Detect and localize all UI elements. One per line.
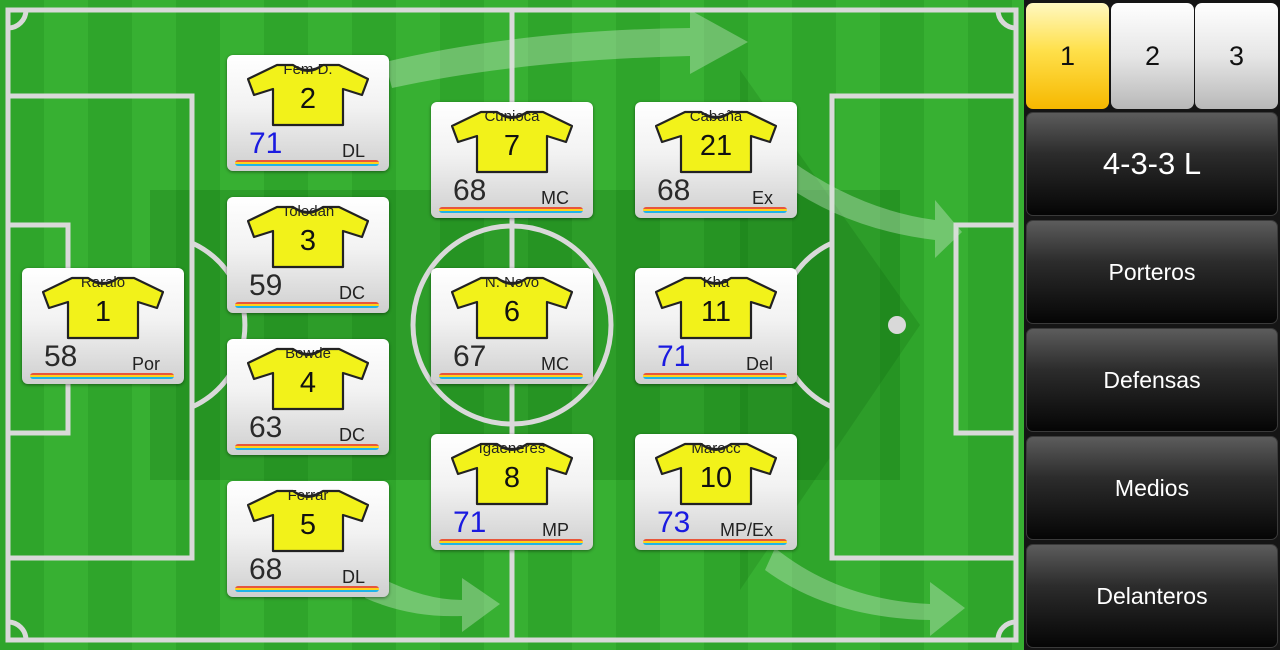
shirt-number: 10 xyxy=(699,462,733,494)
shirt-number: 2 xyxy=(299,83,317,115)
player-stat-bar xyxy=(235,302,379,308)
player-position: Por xyxy=(131,354,160,374)
player-card[interactable]: Ferrar 5 68 DL xyxy=(227,481,389,597)
player-card[interactable]: Igaeneres 8 71 MP xyxy=(431,434,593,550)
player-rating: 71 xyxy=(453,506,487,539)
tab-3[interactable]: 3 xyxy=(1195,3,1278,109)
player-card[interactable]: Marocc 10 73 MP/Ex xyxy=(635,434,797,550)
player-name: Cabaña xyxy=(689,108,743,125)
player-name: N. Novo xyxy=(484,274,540,291)
player-stat-bar xyxy=(439,373,583,379)
player-name: Igaeneres xyxy=(478,440,546,457)
player-stat-bar xyxy=(643,373,787,379)
player-position: MP/Ex xyxy=(719,520,773,540)
player-rating: 58 xyxy=(44,340,78,373)
player-rating: 68 xyxy=(657,174,691,207)
player-stat-bar xyxy=(643,539,787,545)
shirt-number: 11 xyxy=(700,296,732,328)
side-panel: 1 2 3 4-3-3 L Porteros Defensas Medios D… xyxy=(1024,0,1280,650)
midfielders-button[interactable]: Medios xyxy=(1026,436,1278,540)
player-stat-bar xyxy=(439,539,583,545)
goalkeepers-button[interactable]: Porteros xyxy=(1026,220,1278,324)
player-rating: 67 xyxy=(453,340,487,373)
shirt-number: 4 xyxy=(299,367,317,399)
player-card[interactable]: Raralo 1 58 Por xyxy=(22,268,184,384)
player-stat-bar xyxy=(30,373,174,379)
player-card[interactable]: Cunioca 7 68 MC xyxy=(431,102,593,218)
player-card[interactable]: N. Novo 6 67 MC xyxy=(431,268,593,384)
shirt-number: 1 xyxy=(94,296,112,328)
player-card[interactable]: Bowde 4 63 DC xyxy=(227,339,389,455)
shirt-number: 8 xyxy=(503,462,521,494)
player-rating: 71 xyxy=(657,340,691,373)
player-position: Del xyxy=(745,354,773,374)
player-rating: 73 xyxy=(657,506,691,539)
player-stat-bar xyxy=(235,444,379,450)
player-position: DL xyxy=(341,141,365,161)
player-name: Kha xyxy=(702,274,730,291)
shirt-number: 6 xyxy=(503,296,521,328)
player-position: Ex xyxy=(751,188,773,208)
shirt-number: 21 xyxy=(699,130,733,162)
player-name: Raralo xyxy=(80,274,126,291)
player-rating: 59 xyxy=(249,269,283,302)
formation-button[interactable]: 4-3-3 L xyxy=(1026,112,1278,216)
player-stat-bar xyxy=(439,207,583,213)
shirt-number: 7 xyxy=(503,130,521,162)
player-rating: 63 xyxy=(249,411,283,444)
player-name: Bowde xyxy=(285,345,331,362)
player-name: Marocc xyxy=(691,440,741,457)
player-card[interactable]: Toledan 3 59 DC xyxy=(227,197,389,313)
player-position: MC xyxy=(541,188,569,208)
forwards-button[interactable]: Delanteros xyxy=(1026,544,1278,648)
player-rating: 68 xyxy=(453,174,487,207)
player-name: Cunioca xyxy=(484,108,540,125)
player-position: DC xyxy=(339,425,365,445)
player-name: Toledan xyxy=(281,203,335,220)
tab-1[interactable]: 1 xyxy=(1026,3,1109,109)
player-position: DL xyxy=(341,567,365,587)
player-stat-bar xyxy=(643,207,787,213)
shirt-number: 3 xyxy=(299,225,317,257)
player-card[interactable]: Fem D. 2 71 DL xyxy=(227,55,389,171)
shirt-number: 5 xyxy=(299,509,317,541)
lineup-screen: Raralo 1 58 Por Fem D. 2 71 DL Toledan 3 59 DC Bowde… xyxy=(0,0,1280,650)
player-name: Ferrar xyxy=(287,487,329,504)
player-name: Fem D. xyxy=(283,61,333,78)
player-stat-bar xyxy=(235,160,379,166)
player-position: MP xyxy=(542,520,569,540)
player-position: MC xyxy=(541,354,569,374)
player-position: DC xyxy=(339,283,365,303)
player-card[interactable]: Cabaña 21 68 Ex xyxy=(635,102,797,218)
player-card[interactable]: Kha 11 71 Del xyxy=(635,268,797,384)
player-rating: 68 xyxy=(249,553,283,586)
tab-2[interactable]: 2 xyxy=(1111,3,1194,109)
player-stat-bar xyxy=(235,586,379,592)
defenders-button[interactable]: Defensas xyxy=(1026,328,1278,432)
player-rating: 71 xyxy=(249,127,283,160)
